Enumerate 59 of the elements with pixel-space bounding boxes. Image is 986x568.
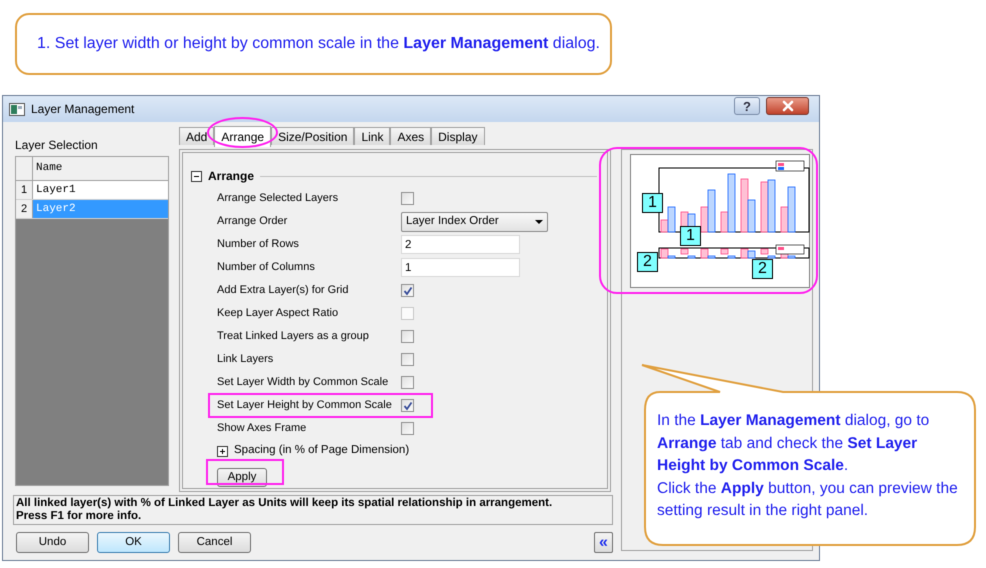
- tab[interactable]: Display: [431, 127, 484, 145]
- dropdown-value: Layer Index Order: [406, 214, 500, 229]
- checkbox[interactable]: [401, 192, 414, 205]
- collapse-button[interactable]: «: [594, 532, 613, 553]
- option-label: Add Extra Layer(s) for Grid: [217, 283, 350, 298]
- tab[interactable]: Arrange: [214, 126, 272, 147]
- legend-box: [776, 244, 804, 254]
- caret-icon: [535, 220, 543, 224]
- row-number: 2: [16, 200, 33, 218]
- layer-row[interactable]: Layer1: [33, 181, 168, 199]
- row-number: 1: [16, 181, 33, 199]
- option-label: Keep Layer Aspect Ratio: [217, 306, 340, 322]
- callout-text: In the Layer Management dialog, go to Arrange tab and check the Set Layer Height by Common Scale.: [657, 411, 930, 476]
- info-text: Press F1 for more info.: [16, 510, 142, 523]
- section-title: Spacing (in % of Page Dimension): [234, 443, 410, 458]
- section-label: Layer Selection: [15, 137, 99, 154]
- check-icon: [402, 400, 412, 410]
- input-field[interactable]: 1: [401, 258, 520, 277]
- check-icon: [402, 286, 412, 296]
- option-label: Number of Columns: [217, 260, 316, 276]
- layer-badge: 1: [680, 226, 701, 246]
- expand-icon[interactable]: [217, 446, 228, 456]
- close-button[interactable]: [766, 97, 809, 115]
- checkbox[interactable]: [401, 422, 414, 435]
- tab[interactable]: Add: [179, 127, 214, 145]
- dialog-button[interactable]: OK: [97, 532, 170, 553]
- option-label: Treat Linked Layers as a group: [217, 329, 370, 344]
- checkbox[interactable]: [401, 284, 414, 297]
- layer-badge: 2: [752, 259, 773, 279]
- option-label: Set Layer Width by Common Scale: [217, 375, 390, 390]
- option-label: Arrange Selected Layers: [217, 191, 340, 206]
- option-label: Show Axes Frame: [217, 421, 308, 436]
- info-text: All linked layer(s) with % of Linked Layer as Units will keep its spatial relationship in arrangement.: [16, 497, 554, 510]
- checkbox[interactable]: [401, 376, 414, 389]
- section-title: Arrange: [208, 168, 254, 185]
- tab[interactable]: Size/Position: [271, 127, 354, 145]
- tab[interactable]: Axes: [390, 127, 432, 145]
- dialog-button[interactable]: Undo: [16, 532, 89, 553]
- dropdown[interactable]: Layer Index Order: [401, 212, 548, 232]
- checkbox[interactable]: [401, 330, 414, 343]
- option-label: Set Layer Height by Common Scale: [217, 398, 393, 414]
- app-icon: [9, 102, 25, 116]
- callout-text: 1. Set layer width or height by common scale in the Layer Management dialog.: [37, 34, 600, 54]
- tab[interactable]: Link: [354, 127, 390, 145]
- collapse-icon[interactable]: [191, 170, 202, 182]
- column-header: Name: [35, 161, 64, 176]
- option-label: Number of Rows: [217, 237, 300, 252]
- callout-text: Click the Apply button, you can preview the setting result in the right panel.: [657, 478, 959, 521]
- option-label: Link Layers: [217, 352, 274, 368]
- option-label: Arrange Order: [217, 214, 288, 230]
- layer-badge: 2: [637, 252, 658, 272]
- close-icon: [782, 100, 794, 112]
- window-title: Layer Management: [31, 101, 134, 118]
- dialog-button[interactable]: Cancel: [178, 532, 251, 553]
- input-field[interactable]: 2: [401, 235, 520, 254]
- checkbox[interactable]: [401, 353, 414, 366]
- checkbox[interactable]: [401, 399, 414, 412]
- layer-badge: 1: [642, 193, 663, 213]
- help-button[interactable]: ?: [734, 97, 760, 115]
